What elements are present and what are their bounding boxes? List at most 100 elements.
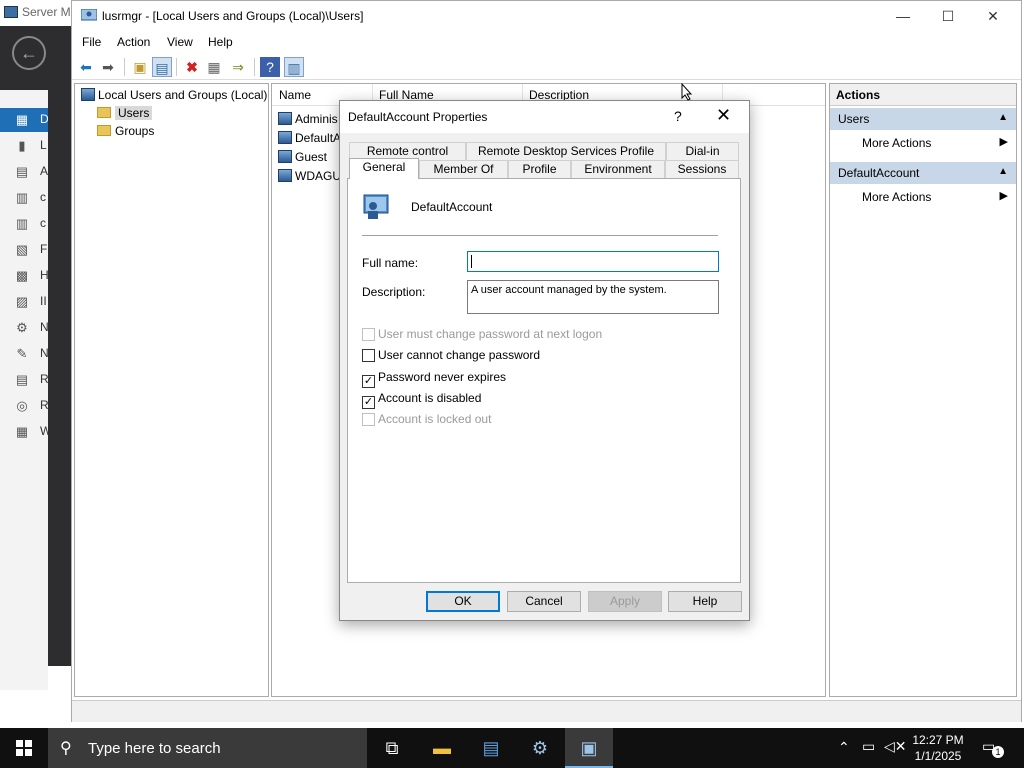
- sidebar-item[interactable]: ▧ F: [0, 238, 48, 262]
- menu-action[interactable]: Action: [117, 35, 150, 49]
- more-actions-defaultaccount[interactable]: More Actions ▶: [830, 186, 1016, 208]
- tab-sessions[interactable]: Sessions: [665, 160, 739, 178]
- column-name[interactable]: Name: [279, 88, 311, 102]
- more-actions-label: More Actions: [862, 190, 932, 204]
- sidebar-item[interactable]: ▮ L: [0, 134, 48, 158]
- start-button[interactable]: [0, 728, 48, 768]
- tree-root[interactable]: Local Users and Groups (Local): [81, 88, 267, 102]
- dialog-close-icon[interactable]: ✕: [716, 105, 731, 126]
- actions-section-users[interactable]: Users ▲: [830, 108, 1016, 130]
- taskbar-clock[interactable]: 12:27 PM 1/1/2025: [903, 732, 973, 764]
- menu-help[interactable]: Help: [208, 35, 233, 49]
- lusrmgr-app-icon: [81, 9, 97, 21]
- apply-button[interactable]: Apply: [588, 591, 662, 612]
- lusrmgr-taskbar-icon[interactable]: ▣: [565, 728, 613, 768]
- help-question-icon[interactable]: ?: [674, 108, 682, 124]
- tree-item-groups[interactable]: Groups: [97, 124, 154, 138]
- export-list-icon[interactable]: ⇒: [228, 57, 248, 77]
- checkbox-box: [362, 349, 375, 362]
- search-icon: ⚲: [60, 740, 72, 757]
- sidebar-item-label: A: [40, 164, 49, 178]
- taskbar: ⚲ Type here to search ⧉ ▬ ▤ ⚙ ▣ ⌃ ▭ ◁✕ 1…: [0, 728, 1024, 768]
- back-arrow-icon[interactable]: ←: [12, 36, 46, 70]
- sidebar-item[interactable]: ✎ N: [0, 342, 49, 366]
- menu-file[interactable]: File: [82, 35, 101, 49]
- sidebar-item[interactable]: ▥ c: [0, 186, 48, 210]
- notification-center-icon[interactable]: ▭ 1: [982, 738, 1004, 758]
- sidebar-item[interactable]: ▦ D: [0, 108, 49, 132]
- tab-environment[interactable]: Environment: [571, 160, 665, 178]
- checkbox-account-locked-out[interactable]: Account is locked out: [362, 412, 491, 426]
- close-button[interactable]: ✕: [970, 1, 1016, 31]
- all-servers-icon: ▤: [15, 164, 29, 179]
- iis-icon: ▨: [15, 294, 29, 309]
- back-icon[interactable]: ⬅: [76, 57, 96, 77]
- checkmark-icon: ✓: [362, 375, 375, 388]
- file-explorer-icon[interactable]: ▬: [418, 728, 466, 768]
- file-services-icon: ▧: [15, 242, 29, 257]
- sidebar-item-label: c: [40, 190, 46, 204]
- task-view-icon[interactable]: ⧉: [368, 728, 416, 768]
- sidebar-item[interactable]: ⚙ N: [0, 316, 49, 340]
- toolbar: ⬅ ➡ ▣ ▤ ✖ ▦ ⇒ ? ▥: [72, 54, 1021, 80]
- notification-badge: 1: [992, 746, 1004, 758]
- checkmark-icon: ✓: [362, 396, 375, 409]
- sidebar-item-label: L: [40, 138, 47, 152]
- ok-button[interactable]: OK: [426, 591, 500, 612]
- maximize-button[interactable]: ☐: [925, 1, 971, 31]
- help-button[interactable]: Help: [668, 591, 742, 612]
- minimize-button[interactable]: —: [880, 1, 926, 31]
- list-item[interactable]: DefaultA: [278, 131, 341, 145]
- taskbar-search[interactable]: ⚲ Type here to search: [48, 728, 367, 768]
- tab-profile[interactable]: Profile: [508, 160, 571, 178]
- list-item[interactable]: Guest: [278, 150, 327, 164]
- cancel-button[interactable]: Cancel: [507, 591, 581, 612]
- checkbox-password-never-expires[interactable]: ✓ Password never expires: [362, 370, 506, 388]
- tab-rds-profile[interactable]: Remote Desktop Services Profile: [466, 142, 666, 160]
- list-item[interactable]: WDAGUt: [278, 169, 344, 183]
- sidebar-item[interactable]: ◎ R: [0, 394, 48, 418]
- submenu-arrow-icon: ▶: [999, 136, 1008, 148]
- forward-icon[interactable]: ➡: [98, 57, 118, 77]
- tab-general[interactable]: General: [349, 158, 419, 179]
- delete-icon[interactable]: ✖: [182, 57, 202, 77]
- checkbox-label: Account is disabled: [378, 391, 482, 405]
- show-action-pane-icon[interactable]: ▥: [284, 57, 304, 77]
- checkbox-cannot-change-password[interactable]: User cannot change password: [362, 348, 540, 362]
- description-field[interactable]: A user account managed by the system.: [467, 280, 719, 314]
- submenu-arrow-icon: ▶: [999, 190, 1008, 202]
- list-item[interactable]: Adminis: [278, 112, 338, 126]
- tab-dial-in[interactable]: Dial-in: [666, 142, 739, 160]
- more-actions-users[interactable]: More Actions ▶: [830, 132, 1016, 154]
- checkbox-label: User cannot change password: [378, 348, 541, 362]
- user-icon: [278, 169, 292, 182]
- show-tree-icon[interactable]: ▤: [152, 57, 172, 77]
- search-placeholder: Type here to search: [88, 740, 221, 757]
- menu-view[interactable]: View: [167, 35, 193, 49]
- general-tab-panel: DefaultAccount Full name: Description: A…: [347, 178, 741, 583]
- tray-chevron-icon[interactable]: ⌃: [838, 739, 850, 768]
- checkbox-account-disabled[interactable]: ✓ Account is disabled: [362, 391, 481, 409]
- actions-pane: Actions Users ▲ More Actions ▶ DefaultAc…: [829, 83, 1017, 697]
- server-manager-title: Server Ma: [22, 5, 78, 19]
- tab-member-of[interactable]: Member Of: [419, 160, 508, 178]
- sidebar-item[interactable]: ▨ II: [0, 290, 48, 314]
- full-name-field[interactable]: [467, 251, 719, 272]
- server-manager-taskbar-icon[interactable]: ▤: [467, 728, 515, 768]
- clock-time: 12:27 PM: [912, 733, 964, 747]
- up-folder-icon[interactable]: ▣: [130, 57, 150, 77]
- sidebar-item[interactable]: ▦ W: [0, 420, 51, 444]
- remote-desktop-icon: ◎: [16, 398, 28, 413]
- tree-item-users[interactable]: Users: [97, 106, 153, 120]
- sidebar-item[interactable]: ▤ R: [0, 368, 49, 392]
- network-icon[interactable]: ▭: [862, 738, 875, 768]
- sidebar-item[interactable]: ▤ A: [0, 160, 48, 184]
- sidebar-item[interactable]: ▩ H: [0, 264, 49, 288]
- actions-section-defaultaccount[interactable]: DefaultAccount ▲: [830, 162, 1016, 184]
- properties-icon[interactable]: ▦: [204, 57, 224, 77]
- checkbox-must-change-password[interactable]: User must change password at next logon: [362, 327, 602, 341]
- help-icon[interactable]: ?: [260, 57, 280, 77]
- sidebar-item[interactable]: ▥ c: [0, 212, 48, 236]
- tree-item-users-label: Users: [115, 106, 153, 120]
- settings-gear-icon[interactable]: ⚙: [516, 728, 564, 768]
